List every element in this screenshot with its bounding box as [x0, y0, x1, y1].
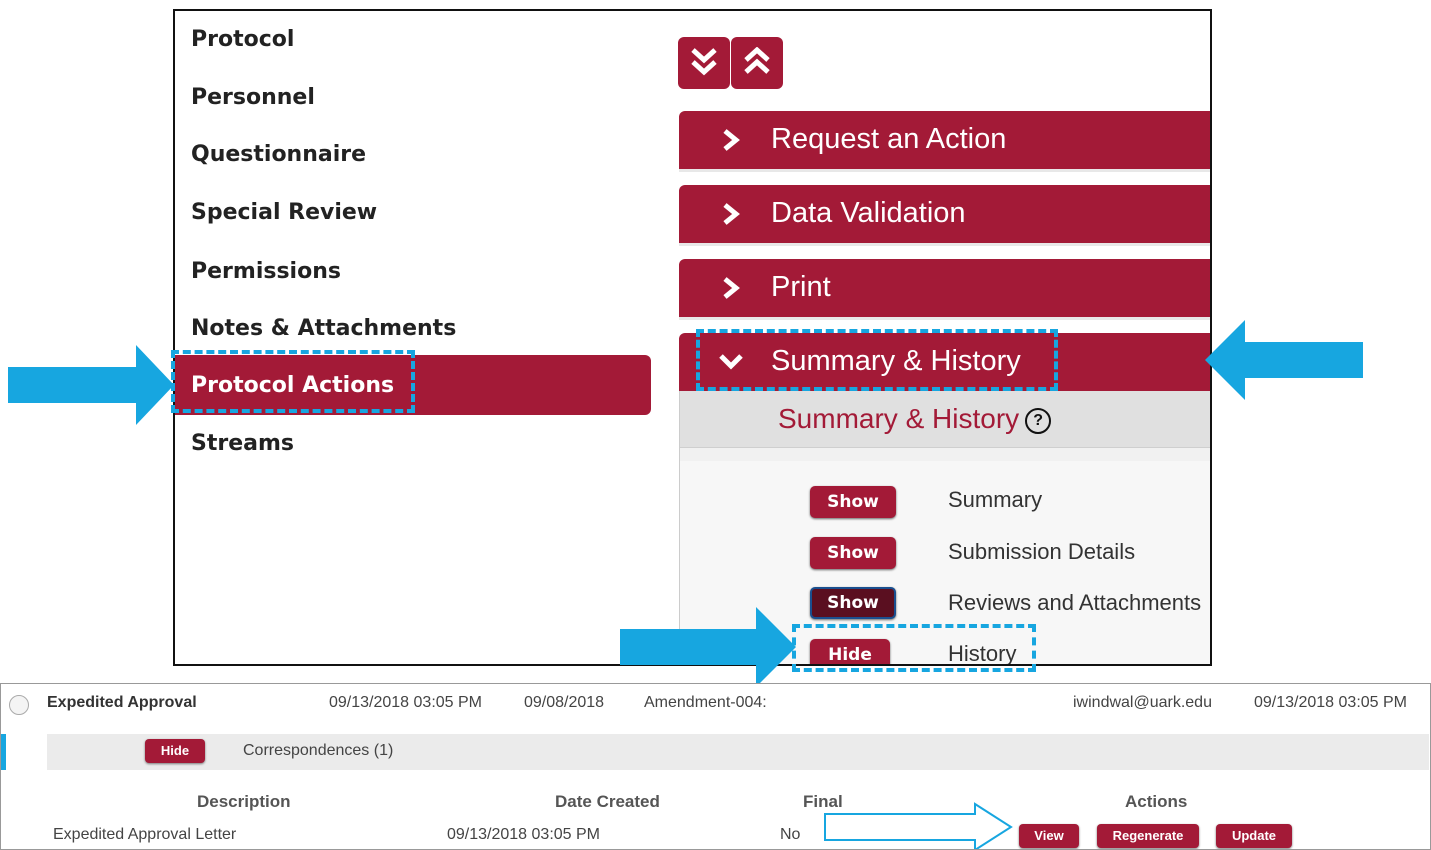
column-header-actions: Actions — [1125, 792, 1188, 811]
highlight-box-protocol-actions — [171, 350, 415, 413]
section-print[interactable]: Print — [679, 259, 1210, 317]
show-submission-details-button[interactable]: Show — [810, 537, 896, 569]
regenerate-button[interactable]: Regenerate — [1097, 824, 1199, 848]
correspondences-bar: Hide Correspondences (1) — [47, 734, 1429, 770]
view-button[interactable]: View — [1019, 824, 1079, 848]
history-date-2: 09/08/2018 — [524, 694, 605, 711]
expand-all-button[interactable] — [678, 37, 730, 89]
nav-item-permissions[interactable]: Permissions — [191, 259, 341, 284]
correspondence-description: Expedited Approval Letter — [53, 826, 237, 843]
collapse-all-button[interactable] — [731, 37, 783, 89]
highlight-box-history — [792, 624, 1036, 672]
section-title: Request an Action — [771, 123, 1007, 155]
nav-item-questionnaire[interactable]: Questionnaire — [191, 142, 366, 167]
section-title: Print — [771, 271, 831, 303]
double-chevron-up-icon — [744, 47, 770, 74]
chevron-right-icon — [723, 203, 740, 225]
history-table: Expedited Approval 09/13/2018 03:05 PM 0… — [0, 683, 1431, 850]
nav-item-streams[interactable]: Streams — [191, 431, 294, 456]
history-action: Expedited Approval — [47, 694, 197, 711]
show-summary-button[interactable]: Show — [810, 486, 896, 518]
summary-history-title: Summary & History? — [778, 403, 1052, 435]
correspondences-label: Correspondences (1) — [243, 742, 394, 759]
chevron-right-icon — [723, 277, 740, 299]
row-label-summary: Summary — [948, 487, 1043, 512]
update-button[interactable]: Update — [1216, 824, 1292, 848]
history-comment: Amendment-004: — [644, 694, 767, 711]
correspondence-date-created: 09/13/2018 03:05 PM — [447, 826, 601, 843]
section-title: Data Validation — [771, 197, 966, 229]
nav-item-personnel[interactable]: Personnel — [191, 85, 315, 110]
section-request-an-action[interactable]: Request an Action — [679, 111, 1210, 169]
hide-correspondences-button[interactable]: Hide — [145, 739, 205, 763]
nav-item-notes-attachments[interactable]: Notes & Attachments — [191, 316, 456, 341]
help-icon[interactable]: ? — [1025, 407, 1052, 434]
highlight-box-summary-history — [696, 329, 1058, 391]
left-edge-marker — [1, 734, 6, 770]
arrow-right-icon — [620, 607, 796, 687]
summary-history-header: Summary & History? — [680, 391, 1210, 448]
double-chevron-down-icon — [691, 48, 717, 76]
section-data-validation[interactable]: Data Validation — [679, 185, 1210, 243]
chevron-right-icon — [723, 129, 740, 151]
arrow-left-icon — [1205, 320, 1363, 400]
history-date-3: 09/13/2018 03:05 PM — [1254, 694, 1408, 711]
column-header-description: Description — [197, 792, 291, 811]
history-date-1: 09/13/2018 03:05 PM — [329, 694, 483, 711]
show-reviews-attachments-button[interactable]: Show — [810, 587, 896, 619]
correspondence-final: No — [780, 826, 801, 843]
history-user: iwindwal@uark.edu — [1073, 694, 1212, 711]
outline-arrow-right-icon — [824, 802, 1013, 849]
nav-item-protocol[interactable]: Protocol — [191, 27, 294, 52]
row-label-submission-details: Submission Details — [948, 539, 1136, 564]
arrow-right-icon — [8, 345, 174, 425]
nav-item-special-review[interactable]: Special Review — [191, 200, 377, 225]
column-header-date-created: Date Created — [555, 792, 660, 811]
row-label-reviews-attachments: Reviews and Attachments — [948, 590, 1202, 615]
history-row-radio[interactable] — [9, 695, 29, 715]
